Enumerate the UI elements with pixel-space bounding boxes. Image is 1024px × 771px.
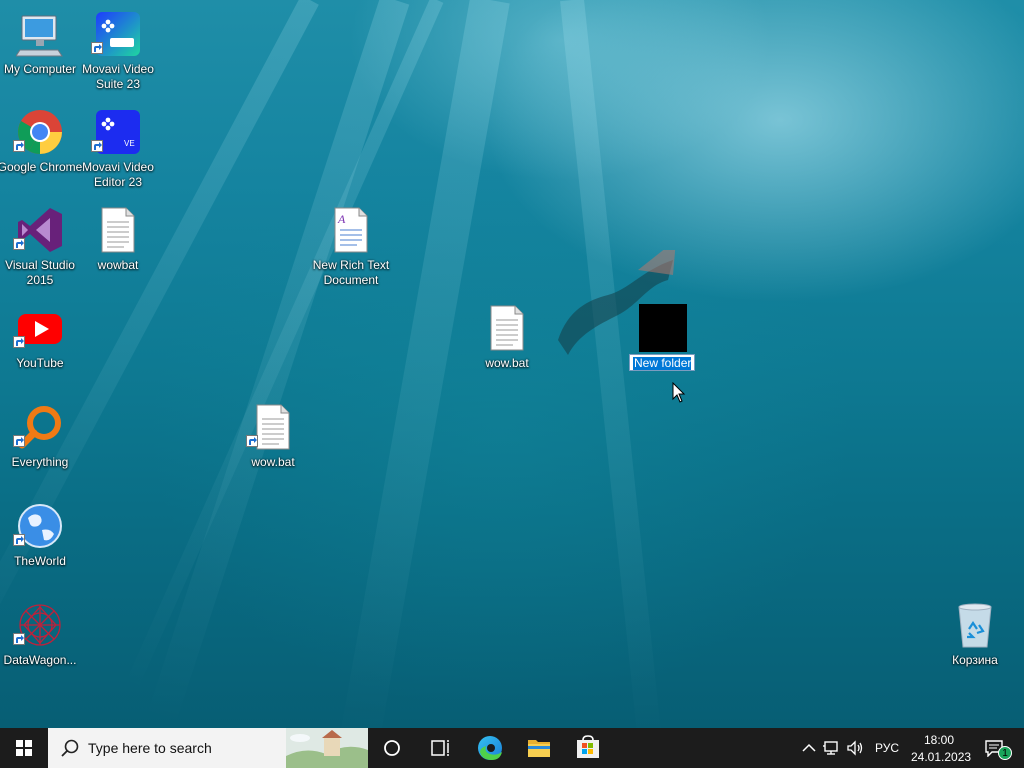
folder-icon xyxy=(528,740,550,757)
recycle-bin-icon xyxy=(958,603,992,648)
icon-label: Movavi Video Editor 23 xyxy=(82,160,154,189)
my-computer-icon-item[interactable]: My Computer xyxy=(0,4,80,98)
wow-bat-shortcut-icon-item[interactable]: wow.bat xyxy=(233,397,313,491)
youtube-icon-item[interactable]: YouTube xyxy=(0,298,80,392)
recycle-bin-icon-item[interactable]: Корзина xyxy=(935,595,1015,689)
microsoft-store-icon xyxy=(577,735,599,758)
svg-text:VE: VE xyxy=(124,139,135,148)
icon-label: Everything xyxy=(11,455,69,469)
taskbar-edge-button[interactable] xyxy=(466,728,514,768)
text-file-icon xyxy=(490,305,524,351)
taskbar-store-button[interactable] xyxy=(564,728,612,768)
shortcut-arrow-icon xyxy=(13,336,25,348)
taskbar-file-explorer-button[interactable] xyxy=(515,728,563,768)
shortcut-arrow-icon xyxy=(13,435,25,447)
task-view-button[interactable] xyxy=(416,728,464,768)
input-language-indicator[interactable]: РУС xyxy=(875,741,899,755)
icon-label: YouTube xyxy=(16,356,64,370)
wow-bat-icon-item[interactable]: wow.bat xyxy=(467,298,547,392)
shortcut-arrow-icon xyxy=(13,140,25,152)
cortana-circle-icon xyxy=(384,740,400,756)
notification-center-button[interactable]: 1 xyxy=(980,728,1024,768)
movavi-editor-icon-item[interactable]: VE Movavi Video Editor 23 xyxy=(78,102,158,196)
shortcut-arrow-icon xyxy=(246,435,258,447)
icon-label: DataWagon... xyxy=(3,653,77,667)
computer-icon xyxy=(16,15,63,57)
rename-input[interactable]: New folder xyxy=(629,354,695,371)
notification-count: 1 xyxy=(1002,748,1008,759)
search-placeholder: Type here to search xyxy=(88,740,212,756)
clock-date[interactable]: 24.01.2023 xyxy=(911,750,971,764)
taskbar: Type here to search РУС 18:00 24.01.2023… xyxy=(0,728,1024,768)
shortcut-arrow-icon xyxy=(13,534,25,546)
task-view-icon xyxy=(431,740,449,756)
icon-label: wow.bat xyxy=(485,356,529,370)
windows-logo-icon xyxy=(16,740,32,756)
datawagon-icon-item[interactable]: DataWagon... xyxy=(0,595,80,689)
rich-text-document-icon: A xyxy=(334,207,368,253)
rename-selected-text[interactable]: New folder xyxy=(633,357,691,370)
shortcut-arrow-icon xyxy=(13,238,25,250)
desktop[interactable]: My Computer Movavi Video Suite 23 Google… xyxy=(0,0,1024,728)
shortcut-arrow-icon xyxy=(13,633,25,645)
icon-label: Visual Studio 2015 xyxy=(5,258,75,287)
icon-label: wow.bat xyxy=(251,455,295,469)
cortana-button[interactable] xyxy=(368,728,416,768)
new-rtf-icon-item[interactable]: A New Rich Text Document xyxy=(311,200,391,294)
svg-text:A: A xyxy=(337,212,346,226)
search-highlight-illustration xyxy=(286,728,368,768)
everything-icon-item[interactable]: Everything xyxy=(0,397,80,491)
network-icon[interactable] xyxy=(822,740,842,756)
theworld-icon-item[interactable]: TheWorld xyxy=(0,496,80,590)
volume-icon[interactable] xyxy=(846,740,866,756)
icon-label: Movavi Video Suite 23 xyxy=(82,62,154,91)
clock-time[interactable]: 18:00 xyxy=(924,733,954,747)
icon-label: Google Chrome xyxy=(0,160,83,174)
edge-icon xyxy=(478,736,502,760)
text-file-icon xyxy=(101,207,135,253)
icon-label: wowbat xyxy=(97,258,139,272)
icon-label: My Computer xyxy=(3,62,77,76)
search-icon xyxy=(61,739,79,757)
show-hidden-icons-chevron-icon[interactable] xyxy=(800,740,818,756)
start-button[interactable] xyxy=(0,728,48,768)
icon-label: Корзина xyxy=(952,653,998,667)
new-folder-icon-item[interactable] xyxy=(639,304,687,352)
wowbat-icon-item[interactable]: wowbat xyxy=(78,200,158,294)
shortcut-arrow-icon xyxy=(91,140,103,152)
taskbar-search-box[interactable]: Type here to search xyxy=(48,728,368,768)
icon-label: New Rich Text Document xyxy=(312,258,390,287)
icon-label: TheWorld xyxy=(14,554,66,568)
google-chrome-icon-item[interactable]: Google Chrome xyxy=(0,102,82,196)
visual-studio-icon-item[interactable]: Visual Studio 2015 xyxy=(0,200,80,294)
shortcut-arrow-icon xyxy=(91,42,103,54)
movavi-suite-icon-item[interactable]: Movavi Video Suite 23 xyxy=(78,4,158,98)
mouse-cursor-icon xyxy=(672,382,686,403)
notification-count-badge: 1 xyxy=(998,746,1012,760)
